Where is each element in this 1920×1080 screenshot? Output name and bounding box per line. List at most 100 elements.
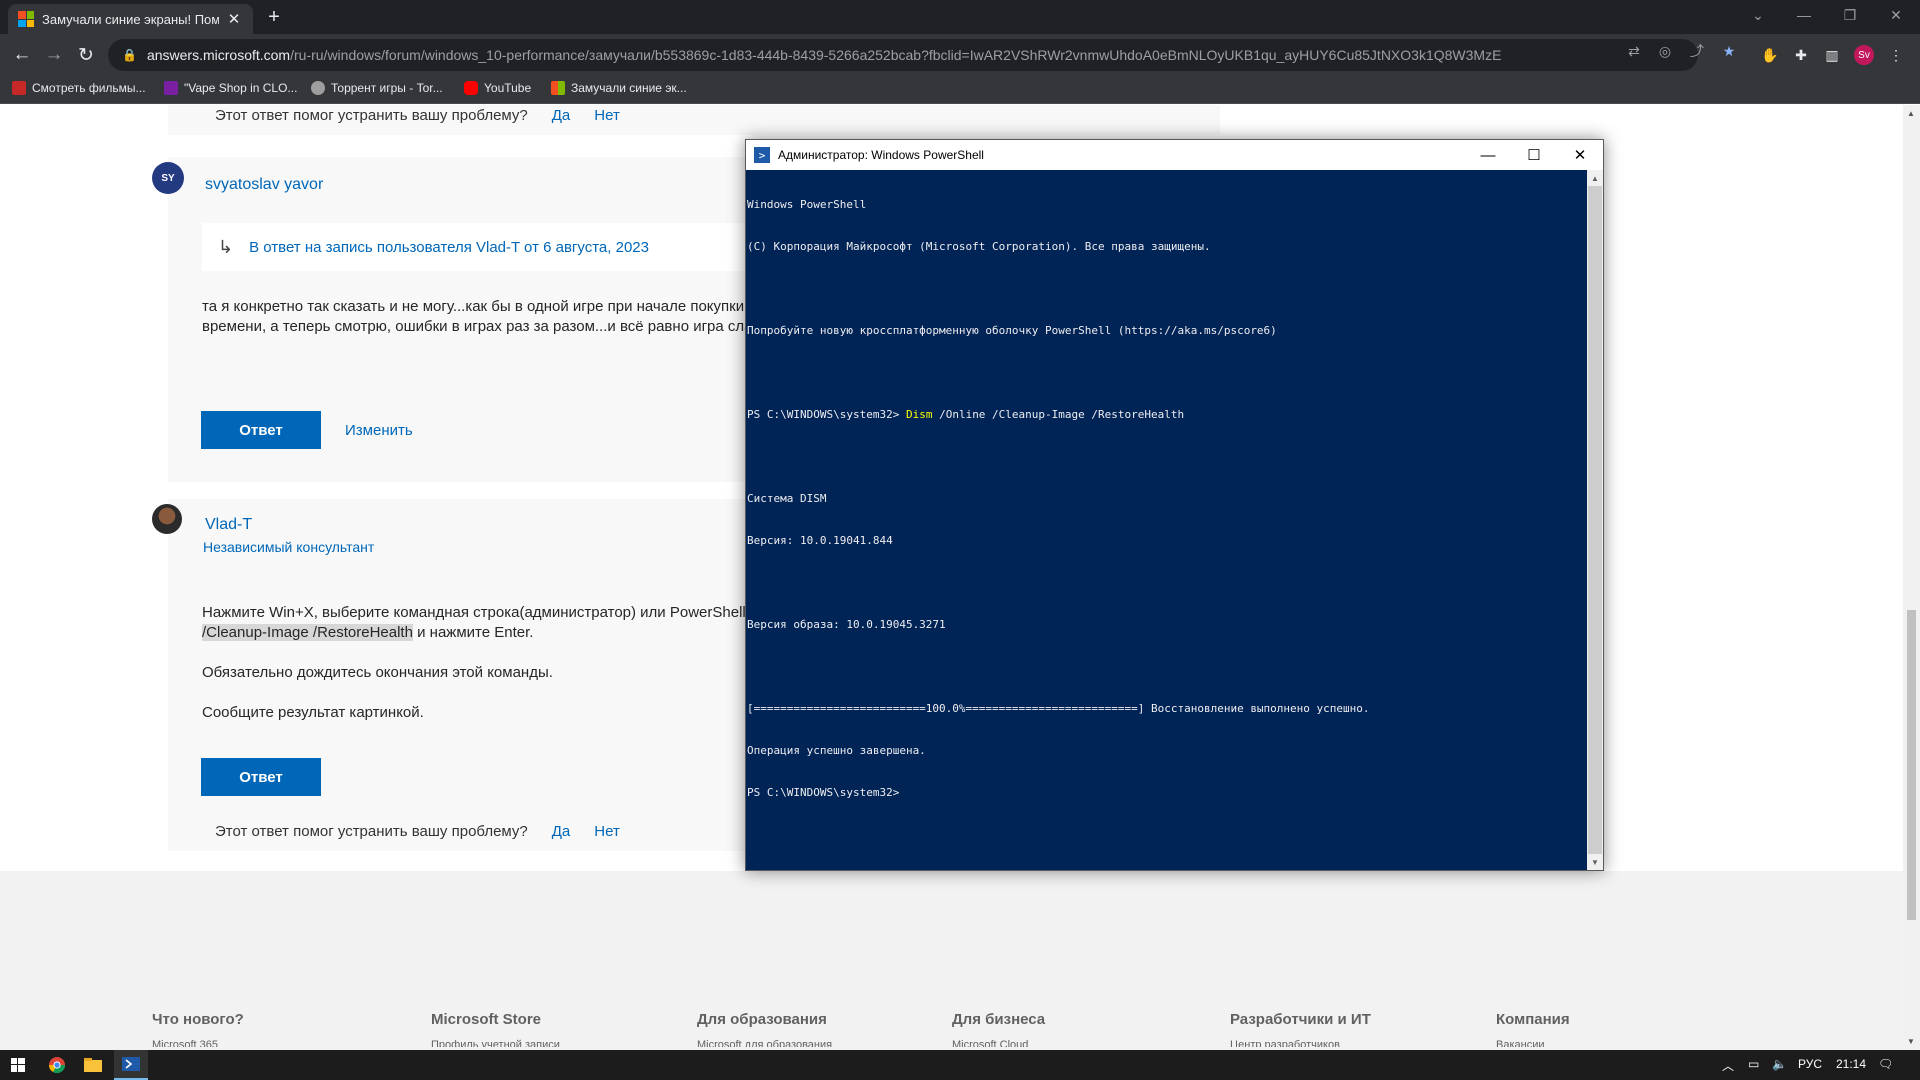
- footer-link[interactable]: Профиль учетной записи: [431, 1039, 560, 1047]
- in-reply-to-link[interactable]: В ответ на запись пользователя Vlad-T от…: [249, 239, 649, 256]
- file-explorer-icon[interactable]: [78, 1050, 108, 1080]
- footer-link[interactable]: Microsoft Cloud: [952, 1039, 1028, 1047]
- browser-toolbar: ← → ↻ 🔒 answers.microsoft.com/ru-ru/wind…: [0, 34, 1920, 76]
- scrollbar-thumb[interactable]: [1907, 610, 1916, 920]
- post-body-line: та я конкретно так сказать и не могу...к…: [202, 298, 745, 315]
- forward-arrow-icon[interactable]: →: [42, 43, 66, 67]
- minimize-window-button[interactable]: —: [1781, 0, 1827, 30]
- helpful-feedback-row: Этот ответ помог устранить вашу проблему…: [215, 107, 620, 124]
- chrome-menu-icon[interactable]: ⋮: [1886, 45, 1906, 65]
- clock[interactable]: 21:14: [1836, 1057, 1866, 1071]
- bookmark-item[interactable]: Замучали синие эк...: [551, 81, 687, 95]
- author-role: Независимый консультант: [203, 539, 375, 555]
- console-line: Версия образа: 10.0.19045.3271: [747, 618, 946, 631]
- back-arrow-icon[interactable]: ←: [10, 43, 34, 67]
- feedback-yes-link[interactable]: Да: [552, 107, 571, 124]
- scrollbar-thumb[interactable]: [1588, 186, 1602, 854]
- console-line: Windows PowerShell: [747, 198, 867, 211]
- page-scrollbar[interactable]: ▲ ▼: [1903, 105, 1920, 1050]
- footer-link[interactable]: Вакансии: [1496, 1039, 1545, 1047]
- console-command-line: PS C:\WINDOWS\system32> Dism /Online /Cl…: [747, 408, 1185, 421]
- tab-title: Замучали синие экраны! Помо: [42, 11, 219, 27]
- powershell-taskbar-icon[interactable]: [114, 1050, 148, 1080]
- console-line: Система DISM: [747, 492, 827, 505]
- post-body-line: /Cleanup-Image /RestoreHealth и нажмите …: [202, 624, 534, 641]
- network-icon[interactable]: ▭: [1748, 1057, 1759, 1071]
- scroll-up-icon[interactable]: ▲: [1907, 109, 1915, 118]
- address-bar[interactable]: 🔒 answers.microsoft.com/ru-ru/windows/fo…: [108, 39, 1698, 71]
- volume-icon[interactable]: 🔈: [1772, 1057, 1787, 1071]
- bookmark-item[interactable]: YouTube: [464, 81, 531, 95]
- post-body-line: Обязательно дождитесь окончания этой ком…: [202, 664, 553, 681]
- profile-avatar[interactable]: Sv: [1854, 45, 1874, 65]
- bookmark-item[interactable]: "Vape Shop in CLO...: [164, 81, 297, 95]
- browser-tab-strip: Замучали синие экраны! Помо ✕ + ⌄ — ❐ ✕: [0, 0, 1920, 34]
- powershell-console[interactable]: Windows PowerShell (C) Корпорация Майкро…: [746, 170, 1587, 870]
- footer-heading: Что нового?: [152, 1011, 244, 1028]
- footer-link[interactable]: Microsoft для образования: [697, 1039, 832, 1047]
- reload-icon[interactable]: ↻: [74, 43, 98, 67]
- powershell-titlebar[interactable]: > Администратор: Windows PowerShell — ☐ …: [746, 140, 1603, 170]
- user-avatar-photo[interactable]: [152, 504, 182, 534]
- side-panel-icon[interactable]: ▥: [1822, 45, 1842, 65]
- user-avatar-initials[interactable]: SY: [152, 162, 184, 194]
- reply-button[interactable]: Ответ: [201, 758, 321, 796]
- ps-close-button[interactable]: ✕: [1557, 140, 1603, 170]
- bookmark-item[interactable]: Смотреть фильмы...: [12, 81, 146, 95]
- chrome-icon[interactable]: [42, 1050, 72, 1080]
- author-name[interactable]: Vlad-T: [205, 516, 252, 534]
- feedback-yes-link[interactable]: Да: [552, 823, 571, 840]
- new-tab-button[interactable]: +: [262, 6, 286, 29]
- post-body-line: Сообщите результат картинкой.: [202, 704, 424, 721]
- ps-maximize-button[interactable]: ☐: [1511, 140, 1557, 170]
- microsoft-logo-icon: [18, 11, 34, 27]
- bookmark-star-icon[interactable]: ★: [1720, 42, 1738, 60]
- notifications-icon[interactable]: 🗨: [1878, 1057, 1893, 1071]
- tab-close-icon[interactable]: ✕: [225, 10, 243, 28]
- language-indicator[interactable]: РУС: [1798, 1057, 1822, 1071]
- feedback-no-link[interactable]: Нет: [594, 823, 620, 840]
- footer-link[interactable]: Microsoft 365: [152, 1039, 218, 1047]
- restore-window-button[interactable]: ❐: [1827, 0, 1873, 30]
- browser-tab-active[interactable]: Замучали синие экраны! Помо ✕: [8, 4, 253, 34]
- console-prompt: PS C:\WINDOWS\system32>: [747, 786, 900, 799]
- close-window-button[interactable]: ✕: [1873, 0, 1919, 30]
- url-text: answers.microsoft.com/ru-ru/windows/foru…: [146, 47, 1502, 63]
- footer-link[interactable]: Центр разработчиков: [1230, 1039, 1340, 1047]
- scroll-up-icon[interactable]: ▲: [1587, 170, 1603, 186]
- reply-button[interactable]: Ответ: [201, 411, 321, 449]
- edit-link[interactable]: Изменить: [345, 422, 413, 439]
- footer-heading: Для образования: [697, 1011, 827, 1028]
- console-line: (C) Корпорация Майкрософт (Microsoft Cor…: [747, 240, 1211, 253]
- youtube-icon: [464, 81, 478, 95]
- extensions-puzzle-icon[interactable]: ✚: [1791, 45, 1811, 65]
- incognito-eye-off-icon[interactable]: ◎: [1656, 42, 1674, 60]
- post-body-line: времени, а теперь смотрю, ошибки в играх…: [202, 318, 753, 335]
- powershell-scrollbar[interactable]: ▲ ▼: [1587, 170, 1603, 870]
- share-icon[interactable]: ⤴: [1688, 42, 1706, 60]
- translate-icon[interactable]: ⇄: [1625, 42, 1643, 60]
- bookmark-item[interactable]: Торрент игры - Tor...: [311, 81, 443, 95]
- extension-hand-icon[interactable]: ✋: [1760, 45, 1780, 65]
- scroll-down-icon[interactable]: ▼: [1587, 854, 1603, 870]
- powershell-window: > Администратор: Windows PowerShell — ☐ …: [745, 139, 1604, 871]
- scroll-down-icon[interactable]: ▼: [1907, 1037, 1915, 1046]
- console-progress-line: [==========================100.0%=======…: [747, 702, 1370, 715]
- feedback-no-link[interactable]: Нет: [594, 107, 620, 124]
- show-hidden-icons-icon[interactable]: ︿: [1722, 1057, 1734, 1074]
- site-footer: Что нового? Microsoft 365 Microsoft Stor…: [0, 871, 1920, 1050]
- windows-start-icon[interactable]: [0, 1050, 36, 1080]
- ps-minimize-button[interactable]: —: [1465, 140, 1511, 170]
- windows-taskbar: ︿ ▭ 🔈 РУС 21:14 🗨: [0, 1050, 1920, 1080]
- tab-search-icon[interactable]: ⌄: [1735, 0, 1781, 30]
- highlighted-command: /Cleanup-Image /RestoreHealth: [202, 624, 413, 641]
- powershell-icon: >: [754, 147, 770, 163]
- console-line: Версия: 10.0.19041.844: [747, 534, 893, 547]
- command-name: Dism: [905, 408, 933, 421]
- author-name[interactable]: svyatoslav yavor: [205, 176, 323, 194]
